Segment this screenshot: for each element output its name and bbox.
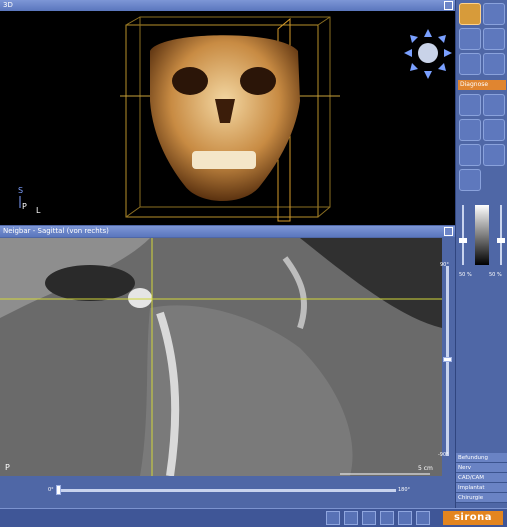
export-icon[interactable] [483, 53, 505, 75]
zoom-in-icon[interactable] [459, 28, 481, 50]
sagittal-viewport[interactable]: P 5 cm [0, 238, 442, 476]
brightness-value: 50 % [459, 272, 472, 278]
hand-pan-icon[interactable] [483, 3, 505, 25]
maximize-icon[interactable] [444, 1, 453, 10]
h-slider-thumb[interactable] [56, 485, 61, 495]
v-slider-thumb[interactable] [443, 357, 452, 362]
brightness-slider[interactable] [462, 205, 464, 265]
gray-level-gradient [475, 205, 489, 265]
panoramic-curve-icon[interactable] [459, 94, 481, 116]
head-orientation-icon[interactable] [404, 29, 452, 79]
bottom-panel-header: Neigbar - Sagittal (von rechts) [0, 226, 455, 237]
v-slider-bottom-label: -90° [438, 452, 449, 458]
rotation-horizontal-slider[interactable] [56, 489, 396, 492]
menu-item-cadcam[interactable]: CAD/CAM [456, 473, 507, 483]
h-slider-max-label: 180° [398, 487, 411, 493]
ruler-angle-icon[interactable] [483, 119, 505, 141]
h-slider-min-label: 0° [48, 487, 54, 493]
tooth-tool-6-icon[interactable] [416, 511, 430, 525]
layout-icon[interactable] [483, 28, 505, 50]
orientation-s: S [18, 186, 23, 195]
menu-item-befundung[interactable]: Befundung [456, 453, 507, 463]
bottom-toolbar [0, 508, 507, 527]
contrast-value: 50 % [489, 272, 502, 278]
maximize-icon[interactable] [444, 227, 453, 236]
view-corner-label: P [5, 463, 10, 472]
pointer-tool-icon[interactable] [459, 3, 481, 25]
print-icon[interactable] [483, 144, 505, 166]
brightness-thumb[interactable] [459, 238, 467, 243]
sirona-logo: sirona [443, 511, 503, 525]
distance-measure-icon[interactable] [459, 119, 481, 141]
tooth-tool-1-icon[interactable] [326, 511, 340, 525]
tooth-tool-3-icon[interactable] [362, 511, 376, 525]
top-panel-header: 3D [0, 0, 455, 11]
contrast-thumb[interactable] [497, 238, 505, 243]
orientation-l: L [36, 206, 41, 215]
app-window: 3D S P L Neigbar - Sagittal (von rechts)… [0, 0, 507, 527]
orientation-p: P [22, 202, 27, 211]
3d-viewport[interactable]: S P L [0, 11, 455, 225]
top-panel-title: 3D [3, 1, 13, 9]
angle-measure-icon[interactable] [459, 144, 481, 166]
3d-render: S P L [18, 16, 452, 222]
diagnose-section-label: Diagnose [458, 80, 506, 90]
menu-item-chirurgie[interactable]: Chirurgie [456, 493, 507, 503]
bottom-panel-title: Neigbar - Sagittal (von rechts) [3, 227, 109, 235]
workflow-menu: Befundung Nerv CAD/CAM Implantat Chirurg… [456, 453, 507, 503]
ct-slice-image: P 5 cm [0, 238, 442, 476]
zoom-out-icon[interactable] [459, 53, 481, 75]
density-ruler-icon[interactable] [459, 169, 481, 191]
tooth-tool-5-icon[interactable] [398, 511, 412, 525]
cross-section-icon[interactable] [483, 94, 505, 116]
menu-item-nerv[interactable]: Nerv [456, 463, 507, 473]
scale-label: 5 cm [418, 465, 433, 472]
tooth-tool-2-icon[interactable] [344, 511, 358, 525]
contrast-slider[interactable] [500, 205, 502, 265]
right-toolbar: Diagnose 50 % 50 % [455, 0, 507, 527]
menu-item-implantat[interactable]: Implantat [456, 483, 507, 493]
tooth-tool-4-icon[interactable] [380, 511, 394, 525]
v-slider-top-label: 90° [440, 262, 449, 268]
